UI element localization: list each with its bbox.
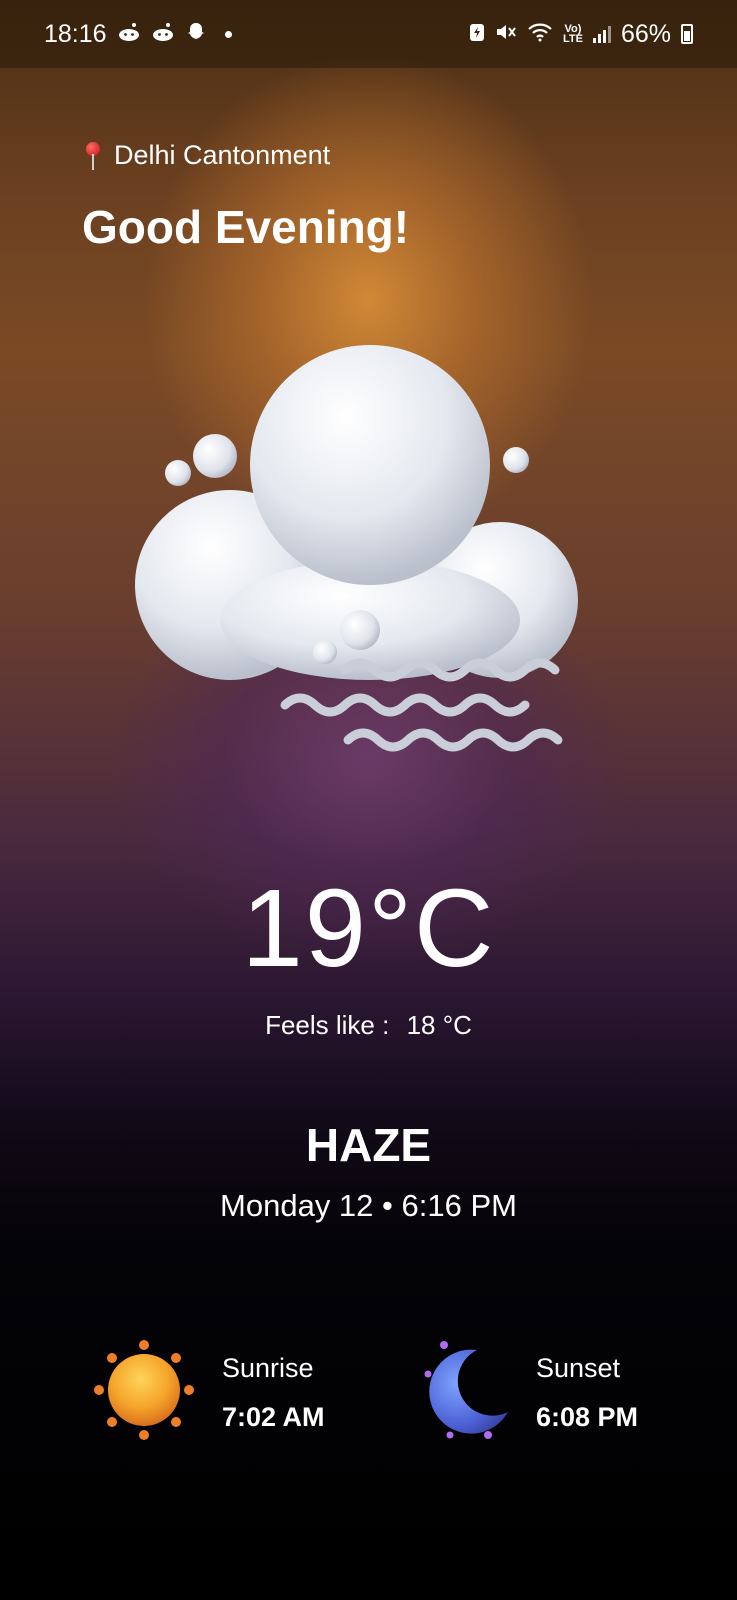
weather-condition: HAZE [305,1119,432,1171]
sunset-text: Sunset 6:08 PM [536,1353,638,1433]
mute-icon [495,22,517,46]
weather-screen: 18:16 Vo) LTE 66% Delhi Cantonment Good … [0,0,737,1600]
battery-percent: 66% [620,19,671,48]
reddit-notification-icon [117,22,141,46]
volte-icon: Vo) LTE [562,23,583,45]
sunrise-block: Sunrise 7:02 AM [94,1340,325,1445]
feels-like-label: Feels like : [265,1010,390,1040]
sun-times: Sunrise 7:02 AM Sunset 6:08 PM [0,1340,737,1450]
sunset-time: 6:08 PM [536,1401,639,1432]
sunrise-time: 7:02 AM [222,1401,325,1432]
date-time: Monday 12 • 6:16 PM [220,1188,517,1223]
feels-like-value: 18 °C [406,1010,472,1040]
feels-like: Feels like : 18 °C [0,1010,737,1041]
location[interactable]: Delhi Cantonment [84,140,330,171]
battery-saver-icon [469,22,485,46]
status-left: 18:16 [44,20,232,49]
reddit-notification-icon [151,22,175,46]
sunset-label: Sunset [536,1352,621,1383]
wifi-icon [527,22,553,46]
clock: 18:16 [44,19,107,48]
status-right: Vo) LTE 66% [469,20,693,49]
sunrise-text: Sunrise 7:02 AM [222,1353,325,1433]
network-type: LTE [562,33,583,45]
moon-icon [422,1340,514,1445]
haze-cloud-icon [130,340,600,760]
signal-strength-icon [592,25,611,43]
sunset-block: Sunset 6:08 PM [422,1340,638,1445]
location-name: Delhi Cantonment [114,140,331,170]
pin-icon [84,141,102,170]
sunrise-icon [94,1340,194,1445]
sunrise-label: Sunrise [222,1352,314,1383]
greeting: Good Evening! [82,201,410,253]
battery-icon [681,24,693,44]
status-bar: 18:16 Vo) LTE 66% [0,0,737,68]
temperature: 19°C [241,867,496,990]
more-notifications-dot [224,30,232,38]
snapchat-notification-icon [185,21,207,47]
